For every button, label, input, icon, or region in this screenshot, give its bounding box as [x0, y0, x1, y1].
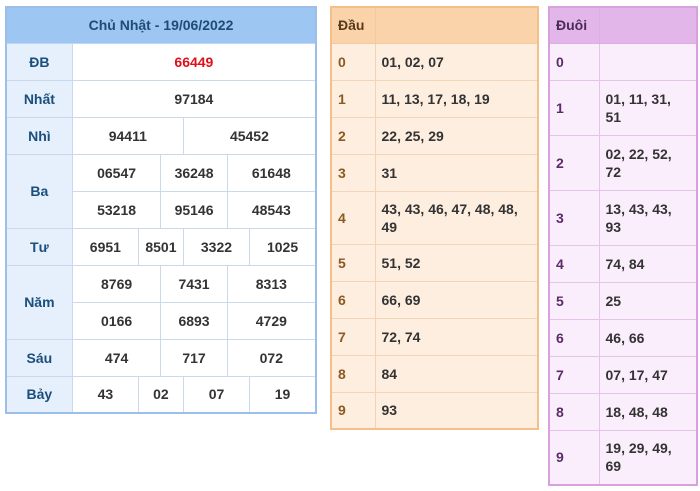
duoi-value: [598, 42, 698, 81]
prize-sau-value: 072: [226, 338, 317, 377]
duoi-header: Đuôi: [548, 6, 600, 44]
duoi-value: 07, 17, 47: [598, 355, 698, 394]
dau-value: 43, 43, 46, 47, 48, 48, 49: [374, 190, 539, 245]
prize-label-nam: Năm: [5, 264, 73, 340]
results-title: Chủ Nhật - 19/06/2022: [5, 6, 317, 44]
duoi-value: 46, 66: [598, 318, 698, 357]
dau-key: 9: [330, 391, 376, 430]
prize-nhat-value: 97184: [71, 79, 317, 118]
dau-value: 84: [374, 354, 539, 393]
lottery-results-table: Chủ Nhật - 19/06/2022 ĐB 66449 Nhất 9718…: [5, 6, 317, 414]
duoi-key: 3: [548, 189, 600, 246]
duoi-key: 8: [548, 392, 600, 431]
prize-ba-value: 36248: [160, 153, 228, 192]
prize-label-sau: Sáu: [5, 338, 73, 377]
dau-value: 51, 52: [374, 243, 539, 282]
prize-label-nhi: Nhì: [5, 116, 73, 155]
duoi-key: 7: [548, 355, 600, 394]
duoi-key: 0: [548, 42, 600, 81]
prize-label-db: ĐB: [5, 42, 73, 81]
prize-ba-value: 61648: [226, 153, 317, 192]
prize-bay-value: 19: [249, 375, 317, 414]
dau-value: 72, 74: [374, 317, 539, 356]
dau-key: 6: [330, 280, 376, 319]
prize-bay-value: 02: [137, 375, 184, 414]
duoi-header-blank: [598, 6, 698, 44]
prize-sau-value: 474: [71, 338, 162, 377]
prize-db-value: 66449: [71, 42, 317, 81]
dau-value: 31: [374, 153, 539, 192]
duoi-value: 19, 29, 49, 69: [598, 429, 698, 486]
prize-bay-value: 07: [182, 375, 251, 414]
duoi-value: 01, 11, 31, 51: [598, 79, 698, 136]
dau-value: 11, 13, 17, 18, 19: [374, 79, 539, 118]
prize-bay-value: 43: [71, 375, 139, 414]
prize-ba-value: 06547: [71, 153, 162, 192]
prize-nhi-value: 45452: [182, 116, 317, 155]
prize-nhi-value: 94411: [71, 116, 184, 155]
dau-value: 66, 69: [374, 280, 539, 319]
dau-table: Đầu 0 01, 02, 07 1 11, 13, 17, 18, 19 2 22,…: [330, 6, 539, 430]
prize-label-tu: Tư: [5, 227, 73, 266]
dau-key: 1: [330, 79, 376, 118]
duoi-value: 74, 84: [598, 244, 698, 283]
duoi-key: 6: [548, 318, 600, 357]
prize-nam-value: 6893: [160, 301, 228, 340]
prize-ba-value: 53218: [71, 190, 162, 229]
prize-tu-value: 3322: [182, 227, 251, 266]
duoi-key: 1: [548, 79, 600, 136]
prize-ba-value: 48543: [226, 190, 317, 229]
dau-value: 22, 25, 29: [374, 116, 539, 155]
prize-label-nhat: Nhất: [5, 79, 73, 118]
duoi-key: 4: [548, 244, 600, 283]
prize-tu-value: 6951: [71, 227, 139, 266]
duoi-key: 9: [548, 429, 600, 486]
dau-value: 01, 02, 07: [374, 42, 539, 81]
prize-tu-value: 1025: [249, 227, 317, 266]
prize-sau-value: 717: [160, 338, 228, 377]
dau-value: 93: [374, 391, 539, 430]
prize-nam-value: 7431: [160, 264, 228, 303]
prize-tu-value: 8501: [137, 227, 184, 266]
prize-nam-value: 8769: [71, 264, 162, 303]
dau-key: 8: [330, 354, 376, 393]
dau-key: 5: [330, 243, 376, 282]
duoi-key: 5: [548, 281, 600, 320]
dau-key: 2: [330, 116, 376, 155]
dau-header: Đầu: [330, 6, 376, 44]
dau-key: 7: [330, 317, 376, 356]
duoi-value: 25: [598, 281, 698, 320]
dau-key: 4: [330, 190, 376, 245]
prize-nam-value: 8313: [226, 264, 317, 303]
prize-label-ba: Ba: [5, 153, 73, 229]
duoi-table: Đuôi 0 1 01, 11, 31, 51 2 02, 22, 52, 72 3…: [548, 6, 698, 486]
duoi-value: 13, 43, 43, 93: [598, 189, 698, 246]
prize-label-bay: Bảy: [5, 375, 73, 414]
prize-ba-value: 95146: [160, 190, 228, 229]
duoi-value: 18, 48, 48: [598, 392, 698, 431]
prize-nam-value: 0166: [71, 301, 162, 340]
dau-key: 3: [330, 153, 376, 192]
dau-header-blank: [374, 6, 539, 44]
duoi-value: 02, 22, 52, 72: [598, 134, 698, 191]
dau-key: 0: [330, 42, 376, 81]
prize-nam-value: 4729: [226, 301, 317, 340]
duoi-key: 2: [548, 134, 600, 191]
